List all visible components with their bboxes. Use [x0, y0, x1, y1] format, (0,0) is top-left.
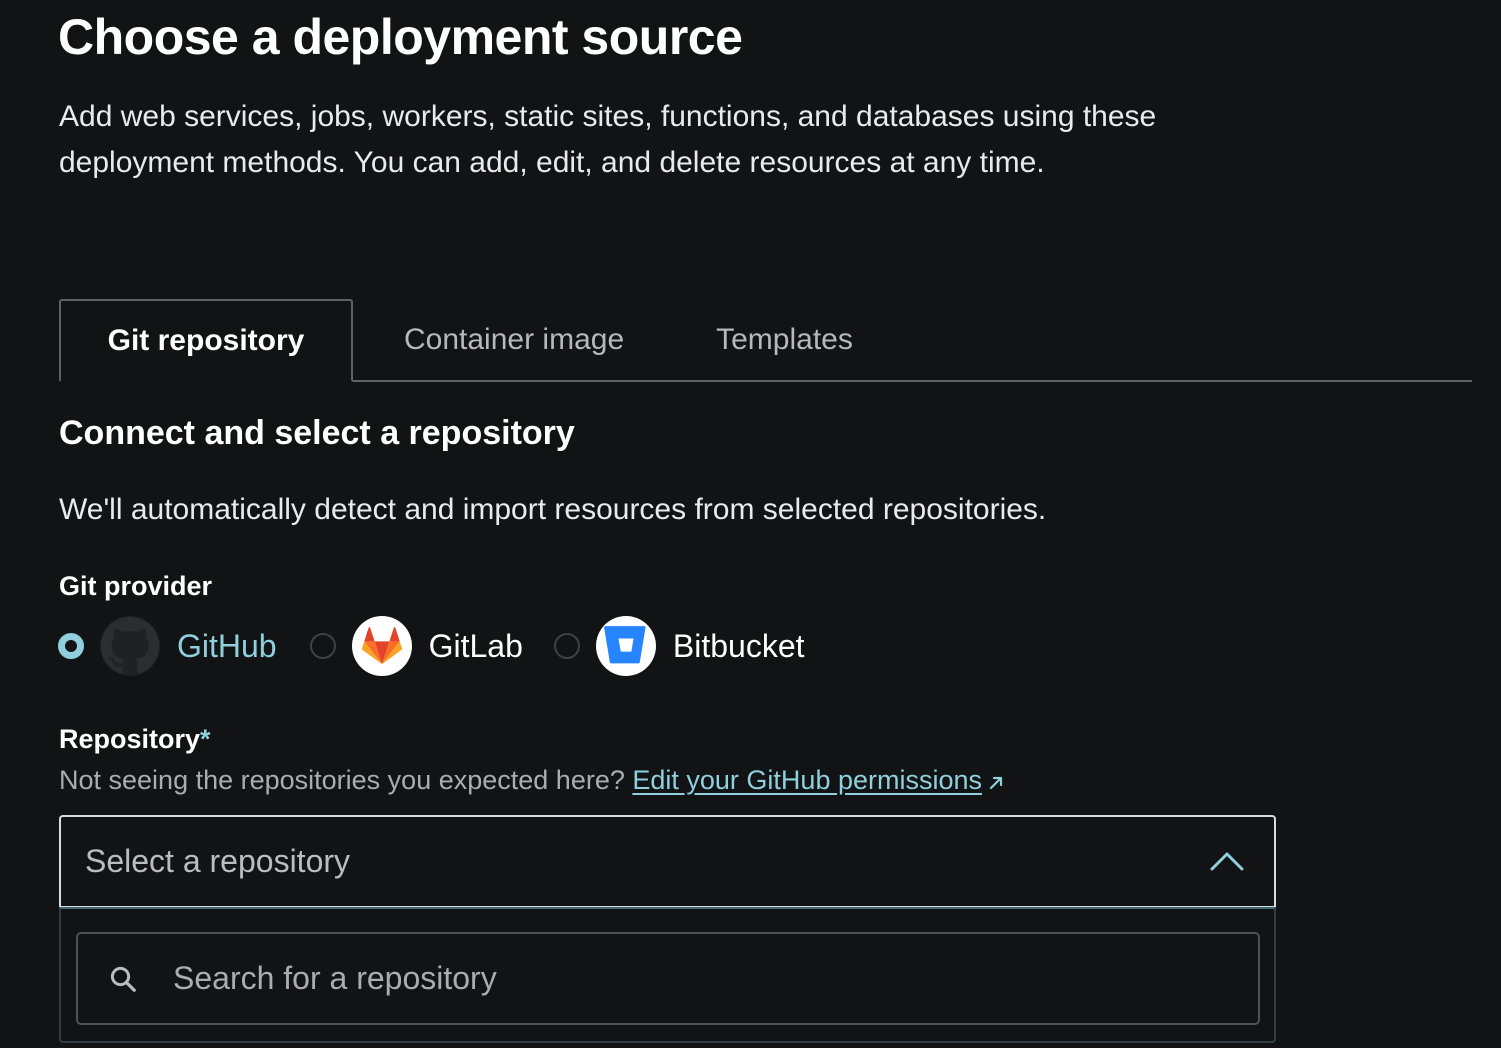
section-description: We'll automatically detect and import re… — [59, 493, 1047, 526]
bitbucket-radio[interactable] — [553, 633, 580, 659]
provider-option-github[interactable]: GitHub — [58, 616, 277, 676]
git-provider-label: Git provider — [59, 571, 213, 601]
git-provider-radio-group: GitHub GitLab Bitbucket — [58, 616, 805, 676]
repository-dropdown-panel — [59, 907, 1276, 1043]
tab-container-image[interactable]: Container image — [353, 299, 670, 380]
external-link-icon — [989, 776, 1003, 790]
page-description: Add web services, jobs, workers, static … — [59, 100, 1157, 179]
repository-search-box — [76, 932, 1260, 1025]
required-mark: * — [200, 724, 211, 754]
page-title: Choose a deployment source — [58, 9, 743, 65]
repository-select[interactable]: Select a repository — [59, 815, 1276, 908]
edit-github-permissions-link[interactable]: Edit your GitHub permissions — [632, 765, 982, 795]
gitlab-label: GitLab — [428, 627, 523, 664]
source-tabs: Git repository Container image Templates — [59, 299, 1472, 382]
provider-option-bitbucket[interactable]: Bitbucket — [553, 616, 805, 676]
provider-option-gitlab[interactable]: GitLab — [309, 616, 523, 676]
repository-help-text: Not seeing the repositories you expected… — [59, 765, 625, 795]
repository-label: Repository* — [59, 724, 211, 755]
chevron-up-icon — [1210, 852, 1244, 871]
github-radio[interactable] — [58, 633, 84, 659]
github-label: GitHub — [177, 627, 277, 664]
deployment-source-page: Choose a deployment source Add web servi… — [58, 0, 1472, 1048]
section-title: Connect and select a repository — [59, 414, 575, 452]
github-icon — [100, 616, 160, 676]
bitbucket-label: Bitbucket — [672, 627, 805, 664]
search-icon — [108, 964, 138, 994]
repository-label-text: Repository — [59, 724, 201, 754]
gitlab-icon — [351, 616, 412, 676]
tab-git-repository[interactable]: Git repository — [59, 299, 353, 382]
edit-github-permissions-link-text: Edit your GitHub permissions — [632, 765, 983, 795]
gitlab-radio[interactable] — [309, 633, 336, 659]
repository-help: Not seeing the repositories you expected… — [59, 765, 1004, 796]
repository-search-input[interactable] — [171, 959, 1175, 998]
repository-select-placeholder: Select a repository — [85, 843, 351, 879]
bitbucket-icon — [595, 616, 656, 676]
tab-templates[interactable]: Templates — [670, 299, 899, 380]
